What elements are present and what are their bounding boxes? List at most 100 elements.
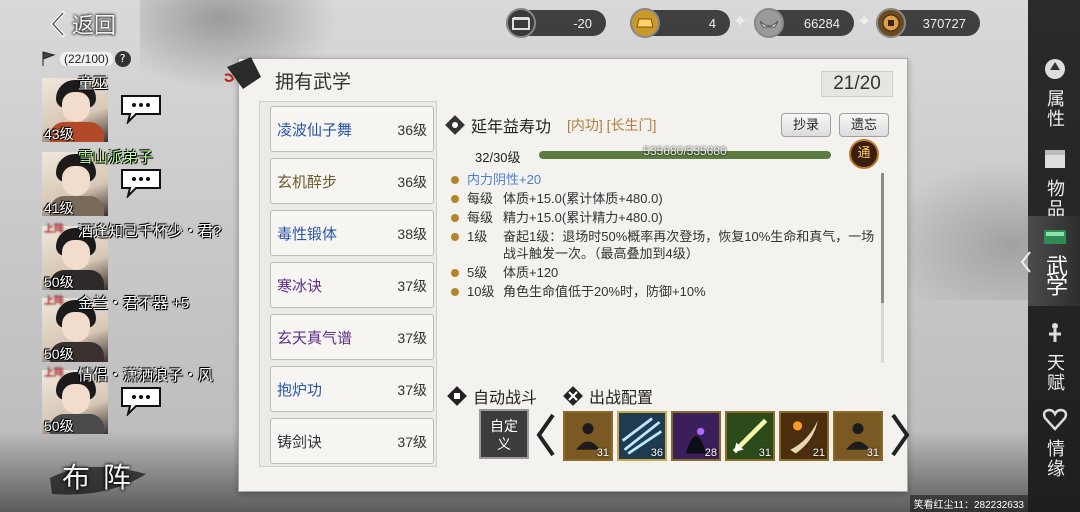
roster-member[interactable]: 上阵 情侣・潇洒浪子・风 50级	[42, 364, 232, 436]
diamond-skill-icon	[445, 115, 465, 135]
effect-list: 内力阴性+20 每级 体质+15.0(累计体质+480.0) 每级 精力+15.…	[451, 171, 881, 367]
bullet-dot-icon	[451, 288, 459, 296]
tab-items[interactable]: 物品	[1028, 138, 1080, 228]
tab-martial-arts[interactable]: 武学	[1028, 216, 1080, 306]
roster-count: (22/100)	[60, 52, 113, 66]
resource-treasure: -20	[506, 8, 612, 38]
exp-text: 535680/535680	[643, 144, 727, 158]
deployed-tag: 上阵	[44, 368, 64, 379]
chat-bubble-icon[interactable]	[118, 384, 164, 416]
skill-item[interactable]: 凌波仙子舞 36级	[270, 106, 434, 152]
martial-book-icon	[1044, 230, 1066, 244]
chat-bubble-icon[interactable]	[118, 92, 164, 124]
bullet-dot-icon	[451, 214, 459, 222]
resource-silver: 66284 ✦	[754, 8, 872, 38]
roster-member[interactable]: 童巫 43级	[42, 72, 232, 144]
copper-coin-icon	[876, 8, 906, 38]
skill-title: 延年益寿功	[471, 119, 552, 136]
skill-item[interactable]: 玄天真气谱 37级	[270, 314, 434, 360]
battle-config-button[interactable]: 出战配置	[563, 383, 653, 409]
tab-relationship[interactable]: 情缘	[1028, 398, 1080, 488]
skill-slot[interactable]: 36	[617, 411, 667, 461]
attributes-icon	[1045, 59, 1065, 79]
forget-button[interactable]: 遗忘	[839, 113, 889, 137]
effect-key: 每级	[467, 210, 494, 225]
slot-count: 21	[812, 447, 825, 459]
skill-level: 37级	[397, 278, 427, 294]
items-box-icon	[1045, 150, 1065, 168]
effect-row: 1级 奋起1级：退场时50%概率再次登场，恢复10%生命和真气，一场战斗触发一次…	[451, 228, 881, 262]
skill-slot[interactable]: 31	[563, 411, 613, 461]
skill-level: 36级	[397, 174, 427, 190]
back-label: 返回	[72, 14, 117, 39]
skill-item[interactable]: 铸剑诀 37级	[270, 418, 434, 464]
skill-level: 37级	[397, 434, 427, 450]
effect-row: 每级 体质+15.0(累计体质+480.0)	[451, 190, 881, 207]
tab-label: 情缘	[1047, 439, 1065, 480]
bullet-dot-icon	[451, 176, 459, 184]
effects-scrollbar[interactable]	[881, 173, 884, 363]
skill-slot[interactable]: 28	[671, 411, 721, 461]
gold-bar-icon	[630, 8, 660, 38]
skill-name: 玄机醉步	[277, 174, 338, 191]
team-roster: (22/100) ? 童巫 43级 雪山派弟子 41级 上阵 酒逢知己千杯少・君…	[40, 48, 230, 448]
member-name: 酒逢知己千杯少・君?	[78, 223, 222, 240]
skill-level-text: 32/30级	[475, 150, 521, 165]
copy-button[interactable]: 抄录	[781, 113, 831, 137]
tab-attributes[interactable]: 属性	[1028, 48, 1080, 138]
resource-coin: 370727	[876, 8, 986, 38]
add-gold-button[interactable]: ✦	[730, 12, 750, 32]
roster-header: (22/100) ?	[40, 48, 150, 70]
roster-member[interactable]: 雪山派弟子 41级	[42, 146, 232, 218]
member-name: 金兰・君不器 +5	[78, 295, 190, 312]
chat-bubble-icon[interactable]	[118, 166, 164, 198]
add-silver-button[interactable]: ✦	[854, 12, 874, 32]
martial-arts-panel: 拥有武学 21/20 凌波仙子舞 36级 玄机醉步 36级 毒性锻体 38级 寒…	[224, 57, 910, 492]
formation-button[interactable]: 布 阵	[48, 448, 148, 504]
skill-slot[interactable]: 21	[779, 411, 829, 461]
skill-item[interactable]: 抱炉功 37级	[270, 366, 434, 412]
member-name: 童巫	[78, 75, 109, 92]
tab-label: 物品	[1047, 179, 1065, 220]
auto-battle-icon	[447, 386, 467, 406]
tab-label: 天赋	[1047, 353, 1065, 394]
slot-count: 31	[596, 447, 609, 459]
skill-item[interactable]: 毒性锻体 38级	[270, 210, 434, 256]
effect-key: 10级	[467, 284, 495, 299]
help-icon[interactable]: ?	[114, 51, 131, 67]
slot-count: 31	[758, 447, 771, 459]
effect-value: 体质+15.0(累计体质+480.0)	[503, 191, 663, 206]
bullet-dot-icon	[451, 233, 459, 241]
tab-label: 武学	[1046, 255, 1069, 300]
skill-item[interactable]: 寒冰诀 37级	[270, 262, 434, 308]
panel-title: 拥有武学	[275, 72, 352, 93]
skill-count: 21/20	[821, 71, 893, 97]
effect-key: 1级	[467, 229, 488, 244]
back-button[interactable]: 返回	[50, 6, 140, 42]
bullet-dot-icon	[451, 195, 459, 203]
dart-icon	[224, 57, 261, 89]
effect-row: 5级 体质+120	[451, 264, 881, 281]
scroll-right-arrow-icon[interactable]	[889, 411, 913, 459]
scroll-left-arrow-icon[interactable]	[533, 411, 557, 459]
tab-talent[interactable]: 天赋	[1028, 312, 1080, 402]
skill-level: 37级	[397, 382, 427, 398]
skill-item[interactable]: 玄机醉步 36级	[270, 158, 434, 204]
crossed-swords-icon	[563, 386, 583, 406]
skill-type: [内功] [长生门]	[567, 117, 657, 133]
roster-member[interactable]: 上阵 金兰・君不器 +5 50级	[42, 292, 232, 364]
skill-slot[interactable]: 31	[725, 411, 775, 461]
effect-value: 精力+15.0(累计精力+480.0)	[503, 210, 663, 225]
effect-row: 10级 角色生命值低于20%时，防御+10%	[451, 283, 881, 300]
resource-gold: 4 ✦	[630, 8, 748, 38]
custom-button[interactable]: 自定义	[479, 409, 529, 459]
formation-label: 布 阵	[62, 461, 133, 494]
skill-name: 凌波仙子舞	[277, 122, 353, 139]
skill-slot[interactable]: 31	[833, 411, 883, 461]
auto-battle-toggle[interactable]: 自动战斗	[447, 383, 537, 409]
roster-member[interactable]: 上阵 酒逢知己千杯少・君? 50级	[42, 220, 232, 292]
skill-level: 38级	[397, 226, 427, 242]
silver-ingot-icon	[754, 8, 784, 38]
auto-battle-label: 自动战斗	[473, 390, 538, 407]
breakthrough-button[interactable]: 通	[849, 139, 879, 169]
